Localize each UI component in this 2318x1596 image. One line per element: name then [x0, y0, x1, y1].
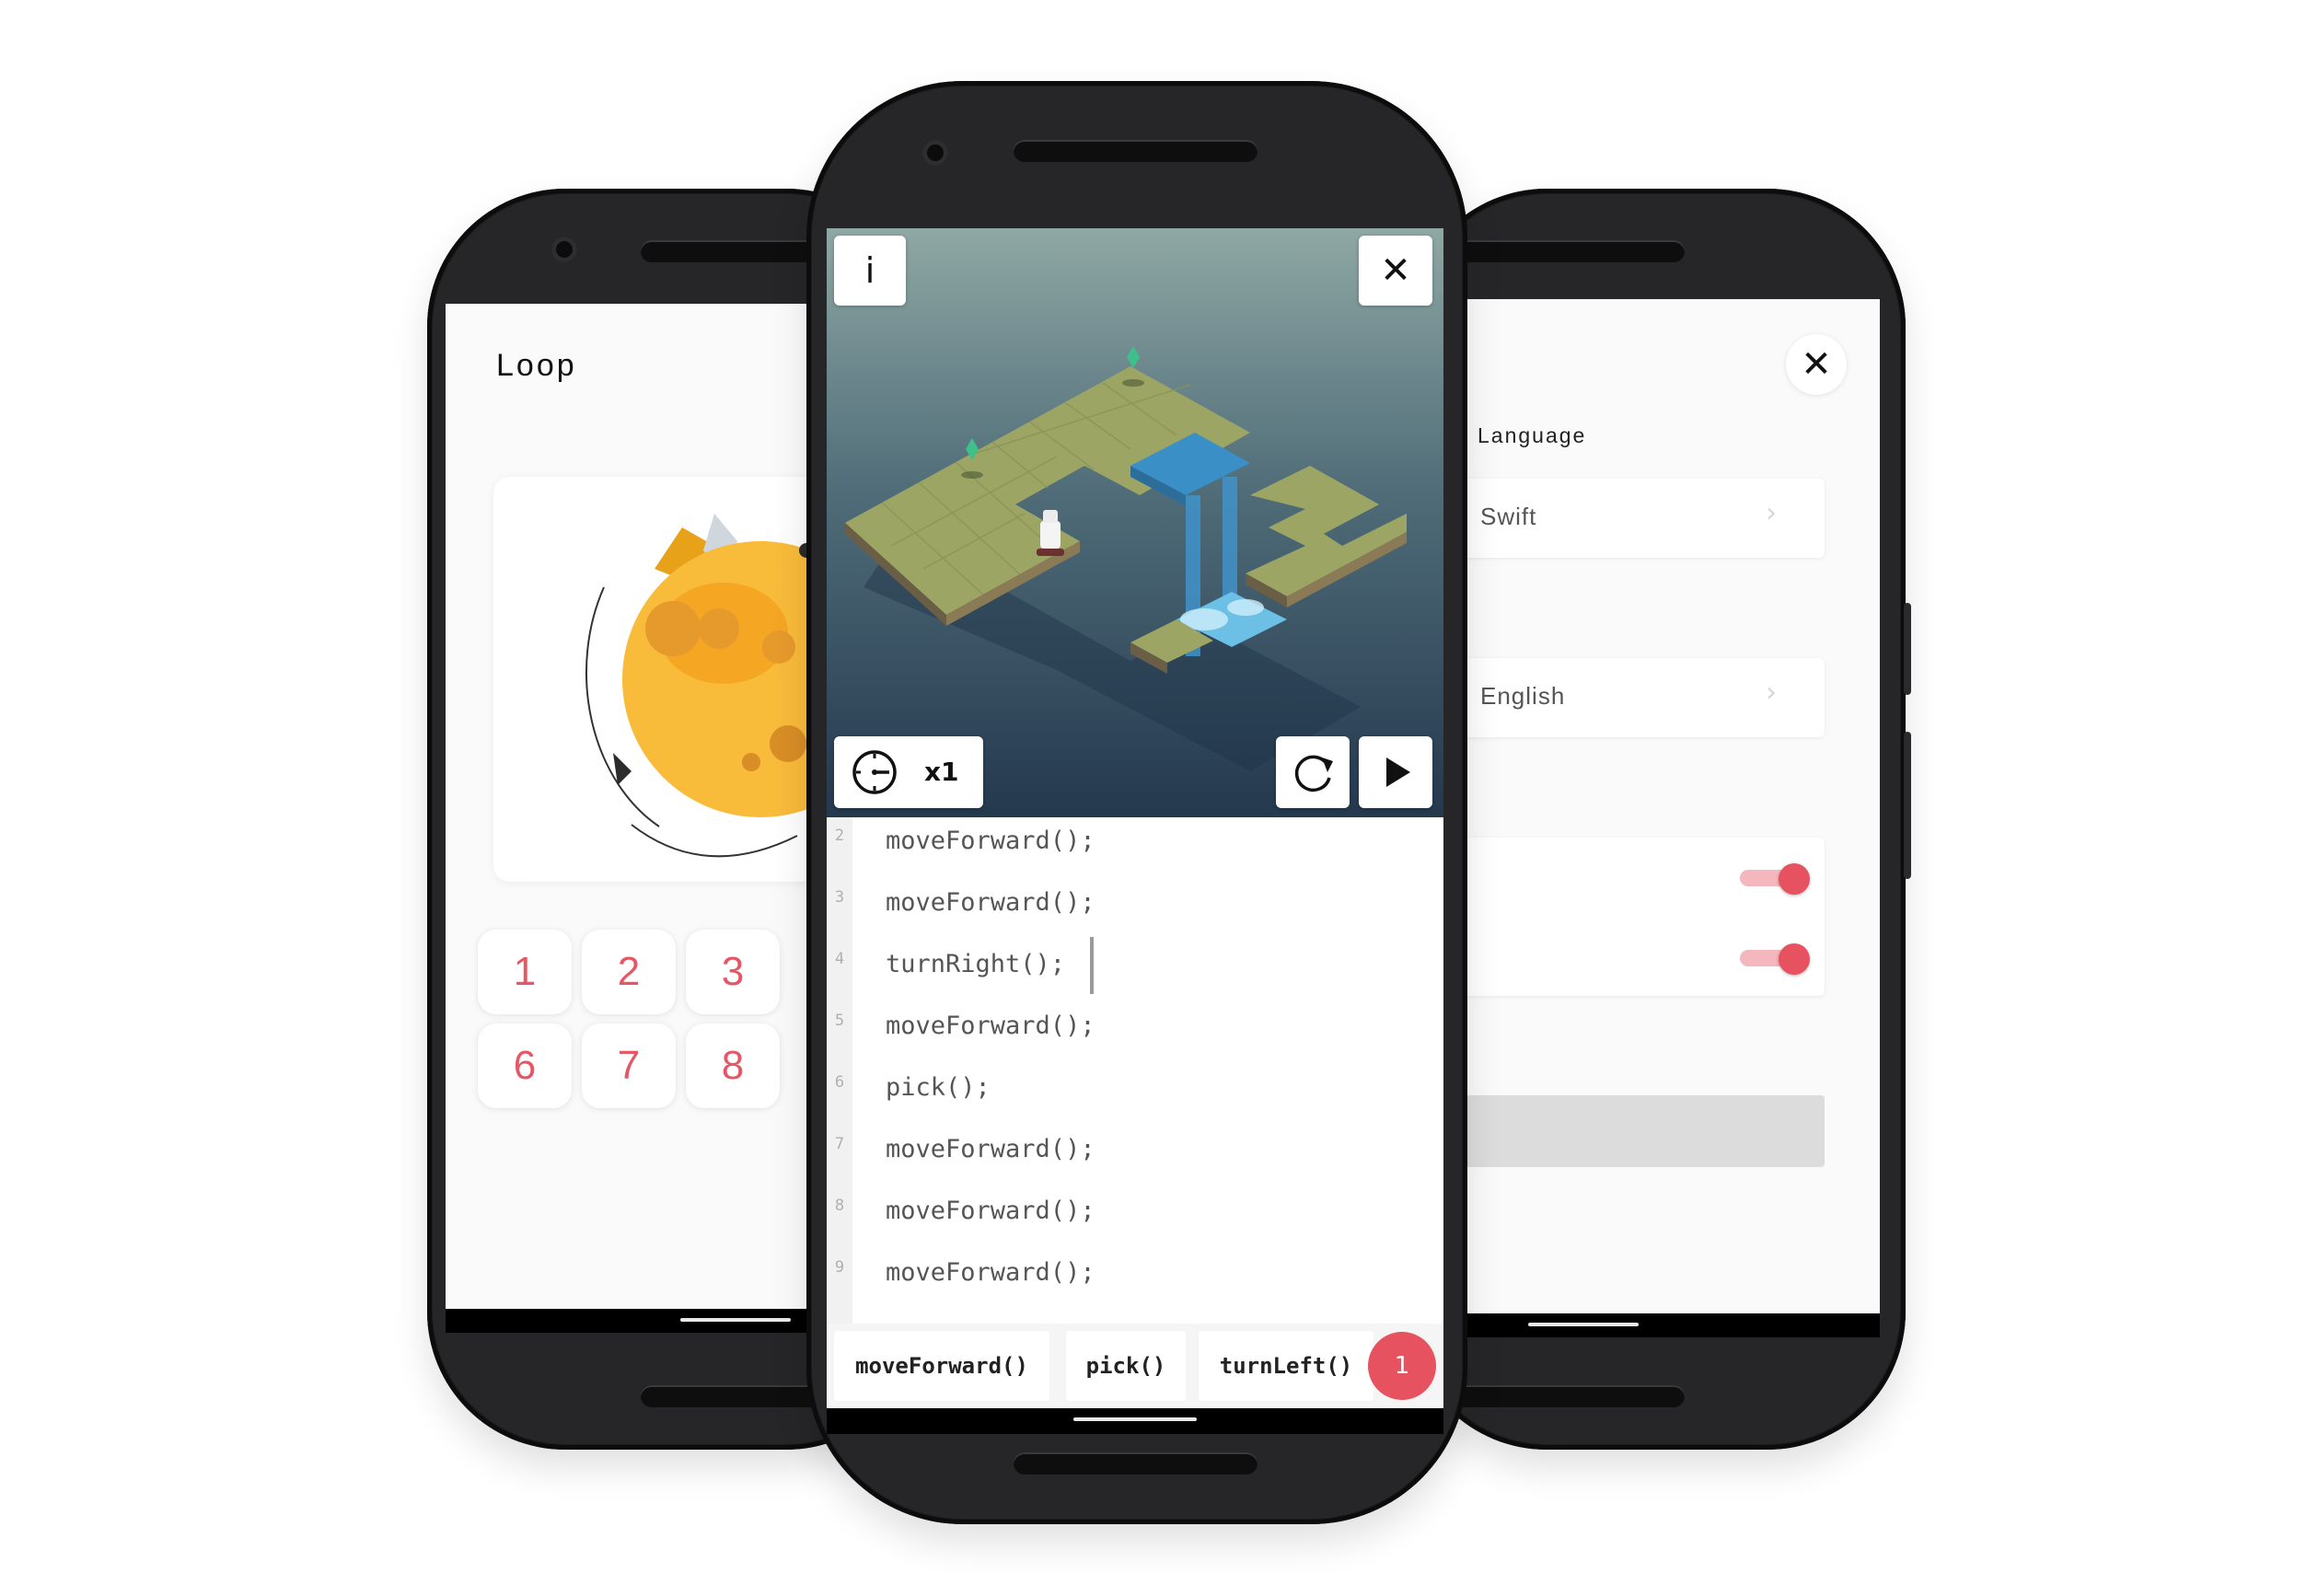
game-screen: i ✕ x1 2 moveForward(); 3 moveForward();…	[827, 228, 1443, 1434]
snippet-move-forward[interactable]: moveForward()	[834, 1331, 1049, 1401]
snippet-pick[interactable]: pick()	[1066, 1331, 1186, 1401]
info-icon: i	[864, 250, 875, 291]
gray-action-button[interactable]	[1408, 1095, 1825, 1167]
line-number: 9	[834, 1258, 845, 1277]
code-line[interactable]: moveForward();	[886, 888, 1095, 917]
level-8-button[interactable]: 8	[686, 1024, 780, 1108]
chevron-right-icon: ›	[1766, 497, 1777, 529]
code-language-value: Swift	[1480, 503, 1537, 530]
code-editor[interactable]: 2 moveForward(); 3 moveForward(); 4 turn…	[827, 817, 1443, 1324]
code-line[interactable]: moveForward();	[886, 1258, 1095, 1287]
level-3-button[interactable]: 3	[686, 930, 780, 1014]
center-phone-speaker-bottom	[1014, 1452, 1258, 1475]
right-phone: ✕ Language Swift › English › ound	[1381, 189, 1911, 1450]
right-phone-side-button	[1904, 603, 1911, 695]
left-phone-camera	[551, 237, 577, 262]
restart-button[interactable]	[1276, 736, 1350, 808]
line-number: 3	[834, 888, 845, 907]
ui-language-value: English	[1480, 682, 1566, 710]
code-line[interactable]: moveForward();	[886, 827, 1095, 855]
right-phone-volume-button	[1904, 732, 1911, 879]
music-toggle[interactable]	[1740, 943, 1810, 975]
right-nav-bar	[1408, 1313, 1880, 1337]
restart-icon	[1294, 755, 1333, 792]
close-icon: ✕	[1801, 343, 1832, 386]
ui-language-row[interactable]: English ›	[1408, 658, 1825, 737]
game-viewport[interactable]: i ✕ x1	[827, 228, 1443, 817]
snippet-turn-left[interactable]: turnLeft()	[1199, 1331, 1373, 1401]
level-2-button[interactable]: 2	[582, 930, 676, 1014]
center-nav-bar	[827, 1408, 1443, 1434]
settings-close-button[interactable]: ✕	[1786, 334, 1847, 395]
line-number: 6	[834, 1073, 845, 1092]
line-number: 7	[834, 1135, 845, 1153]
code-language-row[interactable]: Swift ›	[1408, 479, 1825, 558]
code-line[interactable]: moveForward();	[886, 1012, 1095, 1040]
line-number: 8	[834, 1197, 845, 1215]
toggle-knob	[1779, 943, 1810, 975]
center-phone-speaker-top	[1014, 140, 1258, 162]
speedometer-icon	[852, 750, 897, 794]
chevron-right-icon: ›	[1766, 677, 1777, 709]
speed-button[interactable]: x1	[834, 736, 983, 808]
center-phone: i ✕ x1 2 moveForward(); 3 moveForward();…	[806, 81, 1467, 1524]
home-indicator[interactable]	[1073, 1417, 1197, 1421]
sound-settings-card: ound	[1408, 838, 1825, 996]
toggle-knob	[1779, 863, 1810, 895]
close-button[interactable]: ✕	[1359, 236, 1432, 306]
sound-toggle[interactable]	[1740, 863, 1810, 895]
close-icon: ✕	[1380, 249, 1411, 292]
code-line[interactable]: moveForward();	[886, 1135, 1095, 1163]
settings-screen: ✕ Language Swift › English › ound	[1408, 299, 1880, 1337]
info-button[interactable]: i	[834, 236, 906, 306]
play-icon	[1386, 758, 1410, 787]
isometric-level	[845, 346, 1407, 771]
code-line[interactable]: pick();	[886, 1073, 991, 1102]
line-number: 2	[834, 827, 845, 845]
page-title: Loop	[496, 348, 577, 383]
language-heading: Language	[1478, 423, 1587, 447]
text-cursor	[1090, 937, 1094, 994]
code-line[interactable]: moveForward();	[886, 1197, 1095, 1225]
speed-label: x1	[924, 757, 959, 787]
snippet-bar: moveForward() pick() turnLeft() 1	[827, 1324, 1443, 1408]
center-phone-camera	[922, 140, 948, 166]
snippet-count-badge[interactable]: 1	[1368, 1332, 1436, 1400]
line-number: 5	[834, 1012, 845, 1030]
level-1-button[interactable]: 1	[478, 930, 572, 1014]
home-indicator[interactable]	[680, 1318, 791, 1322]
play-button[interactable]	[1359, 736, 1432, 808]
code-line[interactable]: turnRight();	[886, 950, 1065, 978]
home-indicator[interactable]	[1528, 1323, 1639, 1326]
level-6-button[interactable]: 6	[478, 1024, 572, 1108]
line-number: 4	[834, 950, 845, 968]
level-7-button[interactable]: 7	[582, 1024, 676, 1108]
